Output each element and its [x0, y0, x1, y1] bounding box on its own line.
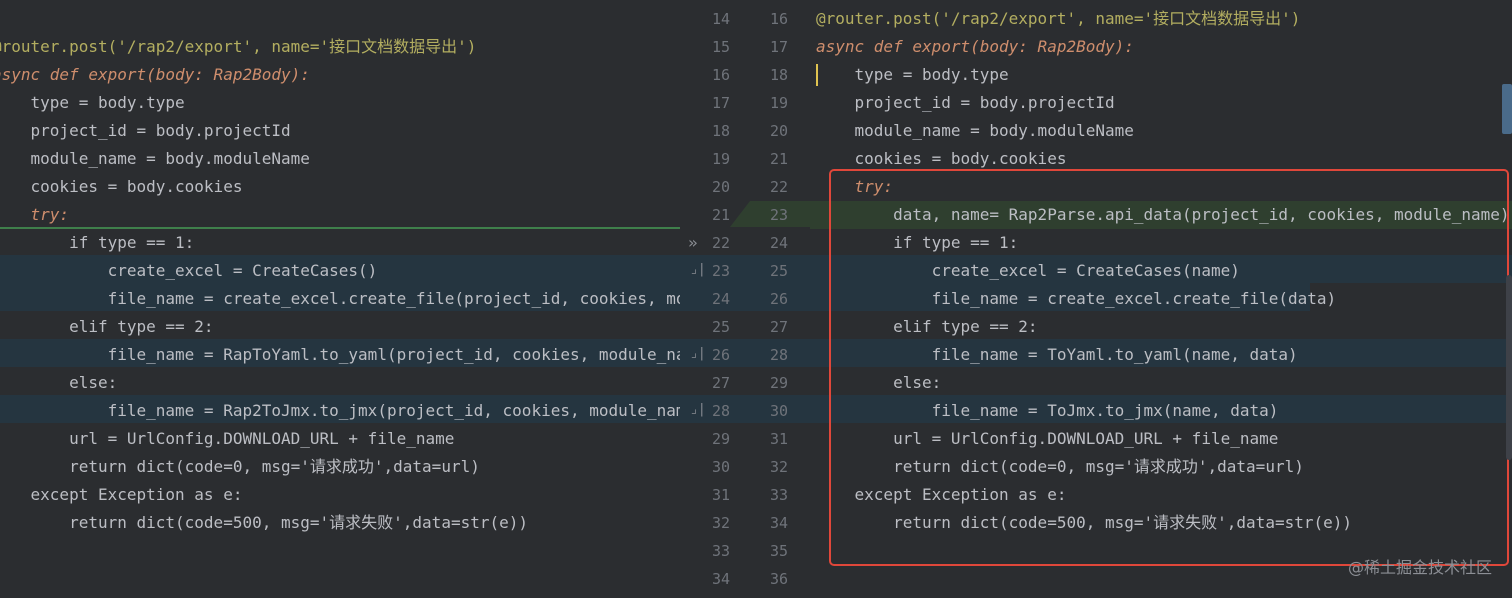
- code-line: async def export(body: Rap2Body):: [0, 65, 310, 84]
- left-line-number: 15: [711, 38, 730, 56]
- right-line-number: 29: [769, 374, 788, 392]
- right-line-number: 23: [769, 206, 788, 224]
- code-line: project_id = body.projectId: [0, 121, 291, 140]
- right-line-number: 33: [769, 486, 788, 504]
- right-line-number: 16: [769, 10, 788, 28]
- right-line-number: 32: [769, 458, 788, 476]
- code-line: file_name = RapToYaml.to_yaml(project_id…: [0, 345, 680, 364]
- code-line: else:: [0, 373, 118, 392]
- scrollbar-track[interactable]: [1506, 275, 1512, 460]
- left-line-number: 17: [711, 94, 730, 112]
- right-line-number: 25: [769, 262, 788, 280]
- code-line: @router.post('/rap2/export', name='接口文档数…: [816, 9, 1301, 28]
- code-line: elif type == 2:: [0, 317, 214, 336]
- code-line: @router.post('/rap2/export', name='接口文档数…: [0, 37, 477, 56]
- left-line-number: 24: [711, 290, 730, 308]
- right-line-number: 31: [769, 430, 788, 448]
- code-line: module_name = body.moduleName: [0, 149, 310, 168]
- code-line: except Exception as e:: [0, 485, 243, 504]
- right-line-number: 20: [769, 122, 788, 140]
- caret-marker: [816, 64, 818, 86]
- code-line: async def export(body: Rap2Body):: [816, 37, 1134, 56]
- left-line-number: 26: [711, 346, 730, 364]
- left-line-number: 22: [711, 234, 730, 252]
- right-line-number: 36: [769, 570, 788, 588]
- scrollbar-thumb[interactable]: [1502, 84, 1512, 134]
- left-line-number: 23: [711, 262, 730, 280]
- right-line-number: 26: [769, 290, 788, 308]
- code-line: cookies = body.cookies: [0, 177, 243, 196]
- left-line-number: 32: [711, 514, 730, 532]
- right-line-number: 18: [769, 66, 788, 84]
- right-line-number: 30: [769, 402, 788, 420]
- diff-gutter: » ⌟| ⌟| ⌟| 14 15 16 17 18 19 20 21 22 23 24 25 26 27 2…: [680, 0, 810, 598]
- left-editor-pane[interactable]: @router.post('/rap2/export', name='接口文档数…: [0, 0, 680, 598]
- code-line: if type == 1:: [0, 233, 195, 252]
- code-line: project_id = body.projectId: [816, 93, 1115, 112]
- code-line: return dict(code=0, msg='请求成功',data=url): [0, 457, 480, 476]
- code-line: return dict(code=500, msg='请求失败',data=st…: [0, 513, 529, 532]
- code-line: file_name = Rap2ToJmx.to_jmx(project_id,…: [0, 401, 680, 420]
- left-line-number: 33: [711, 542, 730, 560]
- left-line-number: 30: [711, 458, 730, 476]
- left-line-number: 14: [711, 10, 730, 28]
- right-line-number: 21: [769, 150, 788, 168]
- watermark: @稀土掘金技术社区: [1347, 558, 1492, 577]
- left-line-number: 21: [711, 206, 730, 224]
- right-line-number: 17: [769, 38, 788, 56]
- code-line: try:: [30, 205, 70, 224]
- code-line: type = body.type: [0, 93, 185, 112]
- right-line-number: 24: [769, 234, 788, 252]
- code-line: module_name = body.moduleName: [816, 121, 1134, 140]
- left-line-number: 19: [711, 150, 730, 168]
- code-line: type = body.type: [816, 65, 1009, 84]
- code-line: file_name = create_excel.create_file(pro…: [0, 289, 680, 308]
- left-line-number: 27: [711, 374, 730, 392]
- left-line-number: 31: [711, 486, 730, 504]
- right-line-number: 27: [769, 318, 788, 336]
- right-line-number: 28: [769, 346, 788, 364]
- left-line-number: 16: [711, 66, 730, 84]
- left-line-number: 25: [711, 318, 730, 336]
- left-line-number: 28: [711, 402, 730, 420]
- left-line-number: 29: [711, 430, 730, 448]
- right-line-number: 22: [769, 178, 788, 196]
- right-line-number: 35: [769, 542, 788, 560]
- annotation-box: [829, 169, 1509, 566]
- right-line-number: 34: [769, 514, 788, 532]
- right-line-number: 19: [769, 94, 788, 112]
- code-line: url = UrlConfig.DOWNLOAD_URL + file_name: [0, 429, 455, 448]
- code-line: create_excel = CreateCases(): [0, 261, 378, 280]
- left-line-number: 18: [711, 122, 730, 140]
- left-line-number: 20: [711, 178, 730, 196]
- left-line-number: 34: [711, 570, 730, 588]
